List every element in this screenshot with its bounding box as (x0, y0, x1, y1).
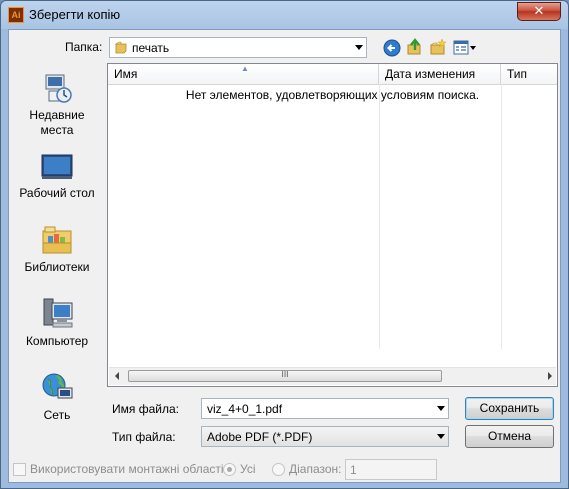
back-icon[interactable] (383, 39, 401, 57)
filename-input[interactable]: viz_4+0_1.pdf (201, 398, 449, 419)
chevron-down-icon[interactable] (437, 406, 445, 411)
illustrator-app-icon: Ai (8, 7, 24, 23)
up-folder-icon[interactable] (406, 38, 424, 56)
file-list[interactable]: Имя ▲ Дата изменения Тип Нет элементов, … (107, 63, 558, 387)
place-libraries[interactable]: Библиотеки (12, 223, 102, 275)
place-label: Недавние места (29, 108, 85, 137)
scroll-left-icon[interactable] (115, 372, 119, 380)
column-type[interactable]: Тип (501, 64, 557, 84)
filename-label: Имя файла: (112, 402, 179, 416)
new-folder-icon[interactable] (429, 38, 447, 56)
place-network[interactable]: Сеть (12, 371, 102, 423)
empty-list-message: Нет элементов, удовлетворяющих условиям … (185, 88, 480, 102)
recent-places-icon (45, 74, 72, 103)
column-divider (379, 84, 380, 349)
place-recent[interactable]: Недавние места (12, 73, 102, 138)
chevron-down-icon[interactable] (355, 45, 363, 50)
filetype-dropdown[interactable]: Adobe PDF (*.PDF) (201, 426, 449, 447)
scroll-right-icon[interactable] (548, 372, 552, 380)
column-date-modified[interactable]: Дата изменения (379, 64, 501, 84)
title-bar[interactable]: Ai Зберегти копію ✕ (1, 1, 568, 29)
cancel-button[interactable]: Отмена (465, 425, 554, 448)
all-label: Усі (240, 462, 256, 476)
save-copy-dialog: Ai Зберегти копію ✕ Папка: печать Недавн… (0, 0, 569, 489)
place-computer[interactable]: Компьютер (12, 297, 102, 349)
sort-indicator-icon: ▲ (241, 64, 249, 73)
place-label: Сеть (43, 408, 71, 422)
range-value: 1 (350, 463, 357, 477)
save-button[interactable]: Сохранить (465, 397, 554, 420)
close-button[interactable]: ✕ (517, 2, 561, 21)
place-label: Библиотеки (24, 260, 90, 274)
computer-icon (43, 298, 73, 328)
all-radio[interactable] (223, 463, 236, 476)
view-menu-icon[interactable] (453, 39, 477, 57)
list-header: Имя ▲ Дата изменения Тип (108, 64, 557, 85)
network-icon (42, 373, 73, 399)
filetype-label: Тип файла: (112, 430, 176, 444)
column-divider (501, 84, 502, 349)
folder-dropdown[interactable]: печать (109, 37, 367, 58)
range-label: Діапазон: (289, 462, 342, 476)
folder-name: печать (132, 41, 170, 55)
folder-label: Папка: (65, 40, 103, 54)
use-artboards-checkbox[interactable] (13, 463, 26, 476)
filetype-value: Adobe PDF (*.PDF) (207, 430, 313, 444)
place-label: Компьютер (25, 334, 89, 348)
places-bar: Недавние места Рабочий стол Библиотеки К… (12, 63, 102, 422)
horizontal-scrollbar[interactable]: III (109, 367, 556, 385)
place-desktop[interactable]: Рабочий стол (12, 151, 102, 201)
column-name[interactable]: Имя ▲ (108, 64, 379, 84)
chevron-down-icon[interactable] (437, 434, 445, 439)
libraries-icon (42, 226, 72, 254)
scroll-thumb[interactable]: III (128, 370, 442, 382)
range-input[interactable]: 1 (345, 459, 437, 480)
dialog-body: Папка: печать Недавние места Рабочий сто… (8, 29, 561, 483)
range-radio[interactable] (272, 463, 285, 476)
window-title: Зберегти копію (29, 7, 121, 22)
folder-icon (115, 41, 127, 54)
desktop-icon (41, 154, 73, 179)
place-label: Рабочий стол (19, 186, 95, 200)
use-artboards-label: Використовувати монтажні області (30, 462, 224, 476)
filename-value[interactable]: viz_4+0_1.pdf (207, 402, 282, 416)
